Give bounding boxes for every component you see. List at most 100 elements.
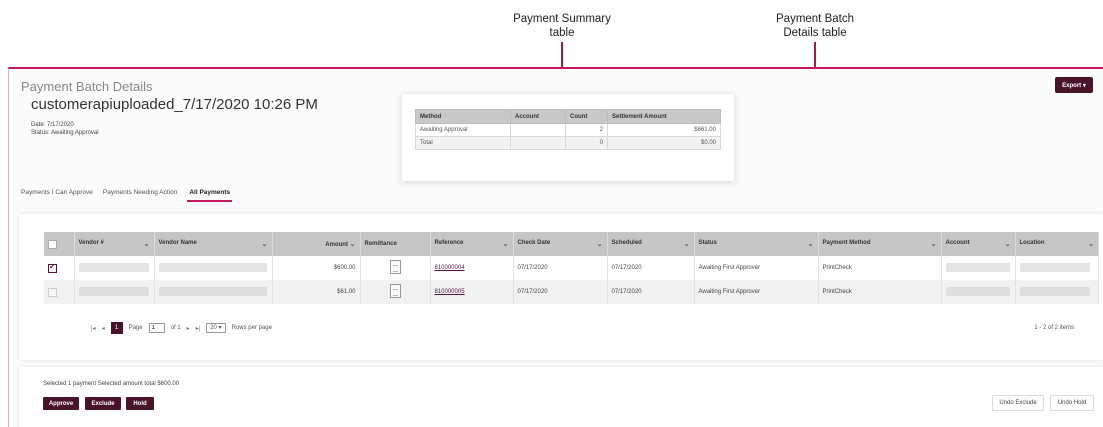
col-payment-method[interactable]: Payment Method ⌄	[818, 232, 942, 256]
location-cell	[1015, 280, 1099, 304]
last-page-button[interactable]: ▸|	[196, 325, 201, 332]
col-vendor-name[interactable]: Vendor Name ⌄	[154, 232, 273, 256]
page-title: Payment Batch Details	[21, 79, 153, 94]
hold-button[interactable]: Hold	[126, 397, 154, 410]
redacted-value	[1019, 286, 1090, 296]
col-label: Status	[698, 240, 717, 246]
summary-row: Awaiting Approval 2 $661.00	[415, 123, 721, 137]
col-remittance[interactable]: Remittance	[360, 232, 431, 256]
chevron-down-icon[interactable]: ⌄	[597, 240, 603, 248]
col-status[interactable]: Status ⌄	[694, 232, 819, 256]
summary-callout: Payment Summary table	[492, 12, 632, 40]
select-all-checkbox[interactable]	[48, 239, 57, 249]
payment-tabs: Payments I Can Approve Payments Needing …	[21, 189, 233, 202]
col-amount[interactable]: Amount ⌄	[272, 232, 361, 256]
scheduled-cell: 07/17/2020	[607, 256, 695, 280]
summary-cell: Total	[415, 136, 511, 150]
undo-hold-button[interactable]: Undo Hold	[1050, 395, 1094, 411]
amount-cell: $61.00	[272, 280, 361, 304]
details-callout-line1: Payment Batch	[776, 13, 854, 25]
details-callout-line2: Details table	[783, 27, 847, 39]
chevron-down-icon[interactable]: ⌄	[262, 240, 268, 248]
rows-per-page-select[interactable]: 20 ▾	[206, 323, 226, 333]
batch-name: customerapiuploaded_7/17/2020 10:26 PM	[31, 96, 318, 113]
page-number-input[interactable]	[148, 323, 165, 333]
col-label: Reference	[434, 240, 464, 246]
col-label: Vendor Name	[158, 240, 197, 246]
amount-cell: $600.00	[272, 256, 361, 280]
summary-col-settlement: Settlement Amount	[607, 109, 721, 124]
summary-cell: 2	[565, 123, 608, 137]
row-checkbox[interactable]	[48, 287, 57, 297]
col-account[interactable]: Account ⌄	[941, 232, 1016, 256]
chevron-down-icon[interactable]: ⌄	[808, 240, 814, 248]
table-row[interactable]: $61.00 810000005 07/17/2020 07/17/2020 A…	[44, 280, 1099, 304]
reference-cell: 810000004	[430, 256, 514, 280]
vendor-name-cell	[154, 256, 273, 280]
tab-all-payments[interactable]: All Payments	[187, 189, 233, 202]
col-location[interactable]: Location ⌄	[1015, 232, 1099, 256]
exclude-button[interactable]: Exclude	[85, 397, 121, 410]
payment-batch-details-table: Vendor # ⌄ Vendor Name ⌄ Amount ⌄ Remittan…	[44, 232, 1099, 304]
col-vendor-number[interactable]: Vendor # ⌄	[74, 232, 155, 256]
col-check-date[interactable]: Check Date ⌄	[513, 232, 608, 256]
tab-payments-i-can-approve[interactable]: Payments I Can Approve	[21, 189, 93, 202]
col-label: Amount	[325, 242, 348, 248]
chevron-down-icon[interactable]: ⌄	[503, 240, 509, 248]
check-date-cell: 07/17/2020	[513, 280, 608, 304]
table-row[interactable]: $600.00 810000004 07/17/2020 07/17/2020 …	[44, 256, 1099, 280]
row-checkbox[interactable]	[48, 262, 57, 273]
next-page-button[interactable]: ▸	[187, 325, 190, 332]
vendor-number-cell	[74, 280, 155, 304]
chevron-down-icon[interactable]: ⌄	[684, 240, 690, 248]
summary-col-method: Method	[415, 109, 511, 124]
summary-cell: $661.00	[607, 123, 721, 137]
scheduled-cell: 07/17/2020	[607, 280, 695, 304]
redacted-value	[945, 262, 1010, 272]
remittance-cell	[360, 280, 431, 304]
redacted-value	[78, 286, 149, 296]
current-page-indicator[interactable]: 1	[110, 322, 123, 334]
chevron-down-icon[interactable]: ⌄	[350, 241, 356, 248]
summary-cell: Awaiting Approval	[415, 123, 511, 137]
document-icon[interactable]	[389, 260, 401, 274]
batch-date: Date: 7/17/2020	[31, 122, 74, 128]
payment-batch-details-panel: Vendor # ⌄ Vendor Name ⌄ Amount ⌄ Remittan…	[19, 214, 1103, 360]
items-count: 1 - 2 of 2 items	[1034, 325, 1074, 331]
col-label: Vendor #	[78, 240, 104, 246]
undo-exclude-button[interactable]: Undo Exclude	[992, 395, 1044, 411]
account-cell	[941, 256, 1016, 280]
summary-row: Total 0 $0.00	[415, 136, 721, 150]
col-scheduled[interactable]: Scheduled ⌄	[607, 232, 695, 256]
summary-col-count: Count	[565, 109, 608, 124]
status-cell: Awaiting First Approver	[694, 256, 819, 280]
document-icon[interactable]	[389, 284, 401, 298]
batch-details-page: Payment Batch Details customerapiuploade…	[8, 67, 1103, 427]
selection-summary: Selected 1 payment Selected amount total…	[43, 381, 180, 387]
tab-payments-needing-action[interactable]: Payments Needing Action	[103, 189, 177, 202]
col-label: Check Date	[517, 240, 551, 246]
chevron-down-icon[interactable]: ⌄	[144, 240, 150, 248]
payment-summary-table: Method Account Count Settlement Amount A…	[415, 109, 721, 150]
first-page-button[interactable]: |◂	[91, 325, 96, 332]
col-reference[interactable]: Reference ⌄	[430, 232, 514, 256]
col-label: Scheduled	[611, 240, 642, 246]
redacted-value	[158, 262, 267, 272]
redacted-value	[78, 262, 149, 272]
chevron-down-icon[interactable]: ⌄	[1088, 240, 1094, 248]
approve-button[interactable]: Approve	[43, 397, 79, 410]
col-label: Payment Method	[822, 240, 871, 246]
page-label: Page	[128, 325, 143, 331]
pagination: |◂ ◂ 1 Page of 1 ▸ ▸| 20 ▾ Rows per page	[91, 322, 272, 334]
chevron-down-icon[interactable]: ⌄	[931, 240, 937, 248]
reference-link[interactable]: 810000005	[435, 289, 465, 295]
reference-link[interactable]: 810000004	[435, 265, 465, 271]
status-cell: Awaiting First Approver	[694, 280, 819, 304]
summary-cell	[510, 123, 566, 137]
prev-page-button[interactable]: ◂	[102, 325, 105, 332]
summary-callout-line1: Payment Summary	[513, 13, 611, 25]
export-button[interactable]: Export ▾	[1055, 77, 1093, 93]
chevron-down-icon[interactable]: ⌄	[1005, 240, 1011, 248]
grid-header-row: Vendor # ⌄ Vendor Name ⌄ Amount ⌄ Remittan…	[44, 232, 1099, 256]
account-cell	[941, 280, 1016, 304]
